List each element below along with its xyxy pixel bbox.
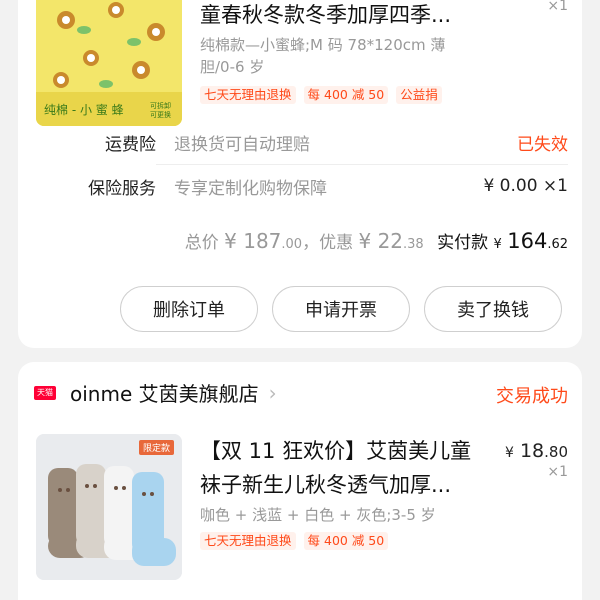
order-card: 天猫 oinme 艾茵美旗舰店 › 交易成功 限定款 【双 11 狂欢价】艾茵美… — [18, 362, 582, 600]
insurance-service-label: 保险服务 — [88, 178, 156, 199]
limited-badge: 限定款 — [138, 440, 174, 455]
product-spec: 咖色 + 浅蓝 + 白色 + 灰色;3-5 岁 — [200, 506, 436, 524]
product-thumbnail[interactable]: 限定款 — [36, 434, 182, 580]
paid-amount-int: 164 — [507, 229, 548, 253]
resell-button[interactable]: 卖了换钱 — [424, 286, 562, 332]
summary-separator: ， — [302, 233, 320, 253]
price-currency: ¥ — [504, 445, 514, 461]
promo-tags: 七天无理由退换 每 400 减 50 公益捐 — [200, 86, 442, 104]
paid-amount-dec: .62 — [547, 237, 568, 252]
order-status: 交易成功 — [496, 386, 568, 407]
shipping-insurance-label: 运费险 — [105, 134, 156, 155]
shop-name: oinme 艾茵美旗舰店 — [70, 382, 259, 406]
shipping-insurance-desc: 退换货可自动理赔 — [174, 134, 310, 155]
socks-image — [36, 434, 182, 580]
total-label: 总价 — [184, 233, 219, 253]
product-thumbnail[interactable]: 纯棉 - 小 蜜 蜂 可拆卸 可更换 — [36, 0, 182, 126]
promo-tag: 每 400 减 50 — [303, 86, 389, 104]
insurance-service-row[interactable]: 保险服务 专享定制化购物保障 ¥ 0.00 ×1 — [36, 164, 568, 208]
shipping-insurance-status: 已失效 — [517, 134, 568, 155]
product-spec: 纯棉款—小蜜蜂;M 码 78*120cm 薄 胆/0-6 岁 — [200, 34, 490, 78]
total-price-dec: .00 — [281, 237, 303, 252]
insurance-service-value: ¥ 0.00 ×1 — [483, 176, 568, 196]
spec-line: 纯棉款—小蜜蜂;M 码 78*120cm 薄 — [200, 36, 446, 54]
discount-int: ¥ 22 — [358, 229, 404, 253]
product-title[interactable]: 【双 11 狂欢价】艾茵美儿童 袜子新生儿秋冬透气加厚... — [200, 434, 490, 502]
promo-tag: 公益捐 — [396, 86, 442, 104]
request-invoice-button[interactable]: 申请开票 — [272, 286, 410, 332]
promo-tag: 七天无理由退换 — [200, 532, 296, 550]
total-price-int: ¥ 187 — [224, 229, 282, 253]
order-summary: 总价 ¥ 187.00，优惠 ¥ 22.38 实付款 ¥ 164.62 — [185, 228, 568, 253]
price-int: 18 — [519, 440, 545, 462]
paid-currency: ¥ — [493, 237, 502, 252]
shop-header[interactable]: 天猫 oinme 艾茵美旗舰店 › — [34, 378, 277, 407]
order-card: 纯棉 - 小 蜜 蜂 可拆卸 可更换 童春秋冬款冬季加厚四季... ×1 纯棉款… — [18, 0, 582, 348]
promo-tag: 每 400 减 50 — [303, 532, 389, 550]
paid-label: 实付款 — [437, 233, 489, 253]
tmall-logo-icon: 天猫 — [34, 385, 56, 400]
shipping-insurance-row[interactable]: 运费险 退换货可自动理赔 已失效 — [36, 120, 568, 164]
promo-tags: 七天无理由退换 每 400 减 50 — [200, 532, 389, 550]
product-title-line: 童春秋冬款冬季加厚四季... — [200, 3, 452, 27]
delete-order-button[interactable]: 删除订单 — [120, 286, 258, 332]
promo-tag: 七天无理由退换 — [200, 86, 296, 104]
discount-label: 优惠 — [319, 233, 354, 253]
price-dec: .80 — [544, 443, 568, 461]
chevron-right-icon: › — [268, 380, 277, 405]
product-title-line: 袜子新生儿秋冬透气加厚... — [200, 473, 452, 497]
product-title[interactable]: 童春秋冬款冬季加厚四季... — [200, 0, 490, 32]
insurance-service-desc: 专享定制化购物保障 — [174, 178, 327, 199]
thumb-caption: 纯棉 - 小 蜜 蜂 — [44, 103, 124, 117]
product-quantity: ×1 — [547, 464, 568, 480]
discount-dec: .38 — [403, 237, 424, 252]
product-quantity: ×1 — [547, 0, 568, 14]
product-title-line: 【双 11 狂欢价】艾茵美儿童 — [200, 439, 472, 463]
spec-line: 胆/0-6 岁 — [200, 58, 265, 76]
product-price: ¥ 18.80 — [505, 440, 568, 462]
thumb-badge: 可拆卸 可更换 — [150, 102, 171, 119]
